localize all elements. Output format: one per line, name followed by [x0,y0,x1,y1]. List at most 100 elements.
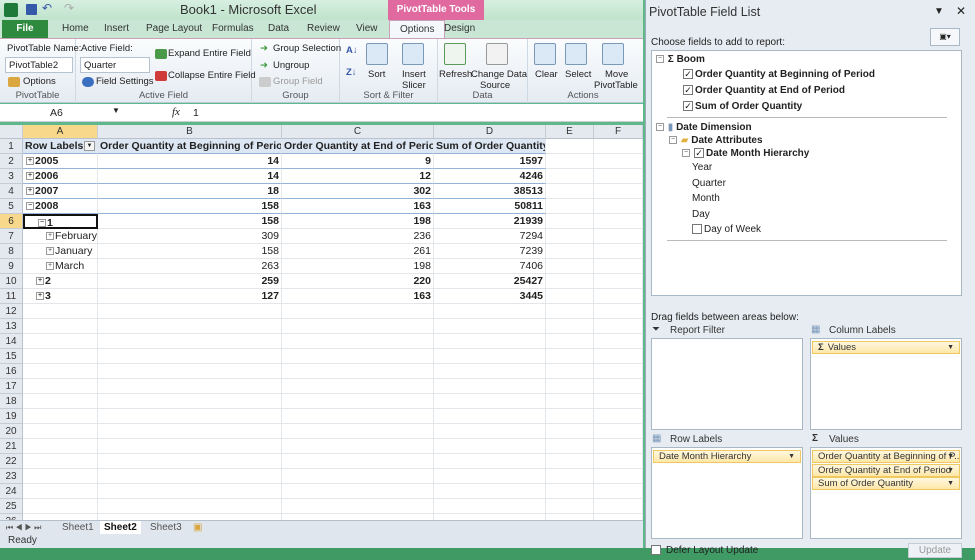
value-cell[interactable]: 7239 [434,244,546,259]
row-header[interactable]: 23 [0,469,23,484]
cell[interactable] [546,214,594,229]
dropdown-icon[interactable]: ▼ [788,451,795,462]
pivot-header-cell[interactable]: Order Quantity at End of Period [282,139,434,154]
value-cell[interactable]: 158 [98,214,282,229]
row-labels-area[interactable]: Date Month Hierarchy ▼ [651,447,803,539]
cell[interactable] [98,319,282,334]
cell[interactable] [282,454,434,469]
tree-item[interactable]: Year [692,162,712,173]
cell[interactable] [546,154,594,169]
move-pivottable-button[interactable]: Move [605,69,628,80]
row-label-cell[interactable]: −1 [23,214,98,229]
cell[interactable] [434,424,546,439]
row-header[interactable]: 6 [0,214,23,229]
cell[interactable] [98,394,282,409]
row-label-cell[interactable]: + March [23,259,98,274]
select-button[interactable]: Select [565,69,591,80]
value-cell[interactable]: 163 [282,199,434,214]
cell[interactable] [98,379,282,394]
collapse-icon[interactable]: − [38,219,46,227]
cell[interactable] [282,439,434,454]
cell[interactable] [594,409,643,424]
tree-item[interactable]: ✓ Order Quantity at Beginning of Period [683,69,875,80]
area-field-pill[interactable]: Order Quantity at Beginning of P... ▼ [812,450,960,463]
value-cell[interactable]: 309 [98,229,282,244]
value-cell[interactable]: 3445 [434,289,546,304]
value-cell[interactable]: 198 [282,214,434,229]
cell[interactable] [546,274,594,289]
worksheet-grid[interactable]: A B C D E F 1 2 3 4 5 6 7 8 9 10 11 12 13 14 15 16 17 18 19 20 21 2… [0,125,643,520]
row-header[interactable]: 12 [0,304,23,319]
undo-icon[interactable]: ↶ [42,1,52,15]
cell[interactable] [594,259,643,274]
checkbox-checked[interactable]: ✓ [694,148,704,159]
sheet-tab-sheet3[interactable]: Sheet3 [146,521,186,534]
row-label-cell[interactable]: + February [23,229,98,244]
cell[interactable] [546,229,594,244]
checkbox-checked[interactable]: ✓ [683,101,693,112]
collapse-icon[interactable]: − [669,136,677,145]
cell[interactable] [98,469,282,484]
cell[interactable] [434,364,546,379]
row-header[interactable]: 17 [0,379,23,394]
insert-sheet-icon[interactable]: ▣ [193,521,202,534]
cell[interactable] [594,484,643,499]
cell[interactable] [594,349,643,364]
expand-icon[interactable]: + [46,262,54,271]
value-cell[interactable]: 4246 [434,169,546,184]
tab-review[interactable]: Review [303,20,344,38]
cell[interactable] [546,409,594,424]
value-cell[interactable]: 198 [282,259,434,274]
row-label-cell[interactable]: −2008 [23,199,98,214]
tree-item[interactable]: ✓ Order Quantity at End of Period [683,85,845,96]
cell[interactable] [594,379,643,394]
cell[interactable] [594,184,643,199]
row-header[interactable]: 7 [0,229,23,244]
checkbox-checked[interactable]: ✓ [683,69,693,80]
options-button[interactable]: Options [23,76,56,87]
expand-icon[interactable]: + [26,157,34,166]
cell[interactable] [282,499,434,514]
column-labels-area[interactable]: Σ Values ▼ [810,338,962,430]
cell[interactable] [23,439,98,454]
defer-layout-checkbox[interactable] [651,544,663,556]
cell[interactable] [594,424,643,439]
expand-entire-field-button[interactable]: Expand Entire Field [168,48,251,59]
cell[interactable] [98,334,282,349]
cell[interactable] [594,394,643,409]
cell[interactable] [282,379,434,394]
dropdown-icon[interactable]: ▼ [947,451,954,462]
cell[interactable] [594,304,643,319]
group-selection-button[interactable]: Group Selection [273,43,341,54]
cell[interactable] [98,484,282,499]
cell[interactable] [434,469,546,484]
tab-insert[interactable]: Insert [100,20,133,38]
cell[interactable] [282,364,434,379]
sheet-tab-sheet2[interactable]: Sheet2 [100,521,141,534]
close-icon[interactable]: ✕ [956,4,966,18]
formula-input[interactable]: 1 [193,107,199,119]
value-cell[interactable]: 38513 [434,184,546,199]
cell[interactable] [546,424,594,439]
pivottable-name-input[interactable]: PivotTable2 [5,57,73,73]
cell[interactable] [546,139,594,154]
value-cell[interactable]: 158 [98,199,282,214]
tree-item[interactable]: − ▮ Date Dimension [656,122,752,133]
row-header[interactable]: 21 [0,439,23,454]
value-cell[interactable]: 263 [98,259,282,274]
area-field-pill[interactable]: Order Quantity at End of Period ▼ [812,463,960,477]
tab-formulas[interactable]: Formulas [208,20,258,38]
change-data-source-button[interactable]: Change Data [471,69,527,80]
row-header[interactable]: 5 [0,199,23,214]
area-field-pill[interactable]: Sum of Order Quantity ▼ [812,477,960,490]
row-header[interactable]: 2 [0,154,23,169]
row-header[interactable]: 8 [0,244,23,259]
row-header[interactable]: 4 [0,184,23,199]
value-cell[interactable]: 158 [98,244,282,259]
value-cell[interactable]: 14 [98,169,282,184]
row-header[interactable]: 18 [0,394,23,409]
row-header[interactable]: 16 [0,364,23,379]
cell[interactable] [546,469,594,484]
filter-dropdown-icon[interactable]: ▼ [84,141,95,151]
cell[interactable] [23,499,98,514]
